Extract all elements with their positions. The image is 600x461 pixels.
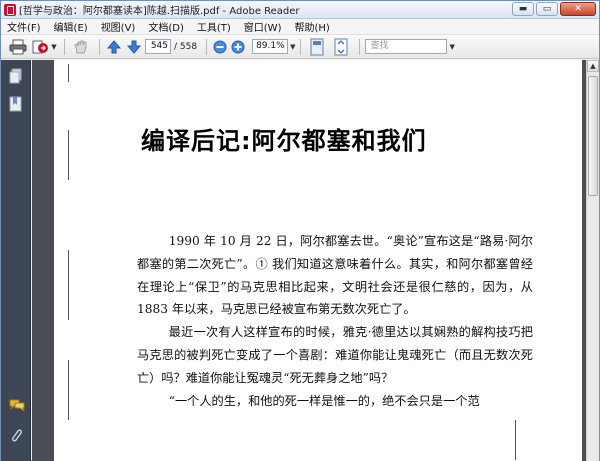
share-icon <box>32 40 49 53</box>
find-input[interactable]: 查找 <box>365 39 448 54</box>
menu-edit[interactable]: 编辑(E) <box>54 19 88 34</box>
crop-mark <box>68 64 69 82</box>
toolbar-separator <box>300 38 302 55</box>
zoom-out-button[interactable] <box>212 37 228 57</box>
paragraph: “一个人的生，和他的死一样是惟一的，绝不会只是一个范 <box>168 393 480 408</box>
title-bar[interactable]: [哲学与政治：阿尔都塞读本]陈越.扫描版.pdf - Adobe Reader … <box>1 1 599 19</box>
menu-tools[interactable]: 工具(T) <box>197 19 231 34</box>
menu-view[interactable]: 视图(V) <box>101 19 136 34</box>
pdf-page: 编译后记:阿尔都塞和我们 1990 年 10 月 22 日，阿尔都塞去世。“奥论… <box>54 60 582 461</box>
crop-mark <box>515 420 516 460</box>
zoom-in-button[interactable] <box>230 37 246 57</box>
zoom-in-icon <box>231 40 245 53</box>
page-up-icon <box>106 39 122 53</box>
toolbar-separator <box>64 38 65 55</box>
print-button[interactable] <box>7 37 29 57</box>
toolbar-separator <box>99 38 100 55</box>
navigation-pane <box>1 60 31 461</box>
find-dropdown-icon[interactable]: ▼ <box>449 43 454 51</box>
scroll-up-arrow-icon[interactable]: ▲ <box>587 60 599 72</box>
menu-bar: 文件(F) 编辑(E) 视图(V) 文档(D) 工具(T) 窗口(W) 帮助(H… <box>1 19 599 35</box>
document-view[interactable]: 编译后记:阿尔都塞和我们 1990 年 10 月 22 日，阿尔都塞去世。“奥论… <box>32 60 586 461</box>
paragraph: 1990 年 10 月 22 日，阿尔都塞去世。“奥论”宣布这是“路易·阿尔都塞… <box>137 234 533 317</box>
scroll-thumb[interactable] <box>588 76 598 196</box>
zoom-out-icon <box>213 40 227 53</box>
toolbar-separator <box>359 38 361 55</box>
share-button[interactable]: ▼ <box>31 37 57 57</box>
attachments-icon[interactable] <box>9 428 23 444</box>
menu-document[interactable]: 文档(D) <box>148 19 184 34</box>
full-screen-button[interactable] <box>330 37 352 57</box>
chapter-title: 编译后记:阿尔都塞和我们 <box>141 127 427 155</box>
full-screen-icon <box>334 38 348 55</box>
zoom-dropdown-icon[interactable]: ▼ <box>290 43 295 51</box>
toolbar-separator <box>206 38 208 55</box>
bookmarks-icon[interactable] <box>9 96 23 112</box>
hand-icon <box>74 40 87 53</box>
toolbar: ▼ 545 / 558 89.1% ▼ 查找 ▼ <box>1 35 599 59</box>
menu-help[interactable]: 帮助(H) <box>294 19 329 34</box>
vertical-scrollbar[interactable]: ▲ <box>586 60 599 461</box>
menu-window[interactable]: 窗口(W) <box>244 19 282 34</box>
print-icon <box>9 39 27 54</box>
hand-tool-button[interactable] <box>70 37 92 57</box>
crop-mark <box>68 250 69 320</box>
close-button[interactable]: ✕ <box>560 2 596 16</box>
paragraph: 最近一次有人这样宣布的时候，雅克·德里达以其娴熟的解构技巧把马克思的被判死亡变成… <box>137 325 533 385</box>
minimize-button[interactable]: ▬ <box>512 2 534 16</box>
page-number-input[interactable]: 545 <box>145 39 171 54</box>
fit-page-button[interactable] <box>306 37 328 57</box>
previous-page-button[interactable] <box>105 37 123 57</box>
window-controls: ▬ ▭ ✕ <box>512 2 596 16</box>
menu-file[interactable]: 文件(F) <box>7 19 41 34</box>
page-total: / 558 <box>174 41 198 52</box>
window-title: [哲学与政治：阿尔都塞读本]陈越.扫描版.pdf - Adobe Reader <box>19 6 300 17</box>
maximize-button[interactable]: ▭ <box>536 2 558 16</box>
adobe-reader-icon <box>4 3 16 16</box>
zoom-input[interactable]: 89.1% <box>252 39 289 54</box>
body-text: 1990 年 10 月 22 日，阿尔都塞去世。“奥论”宣布这是“路易·阿尔都塞… <box>137 230 533 412</box>
next-page-button[interactable] <box>125 37 143 57</box>
page-down-icon <box>126 40 142 54</box>
crop-mark <box>68 130 69 180</box>
crop-mark <box>68 360 69 420</box>
share-dropdown-icon[interactable]: ▼ <box>51 43 56 51</box>
fit-page-icon <box>310 38 324 55</box>
reader-window: [哲学与政治：阿尔都塞读本]陈越.扫描版.pdf - Adobe Reader … <box>0 0 600 461</box>
comments-icon[interactable] <box>9 398 25 412</box>
pages-icon[interactable] <box>9 68 23 84</box>
